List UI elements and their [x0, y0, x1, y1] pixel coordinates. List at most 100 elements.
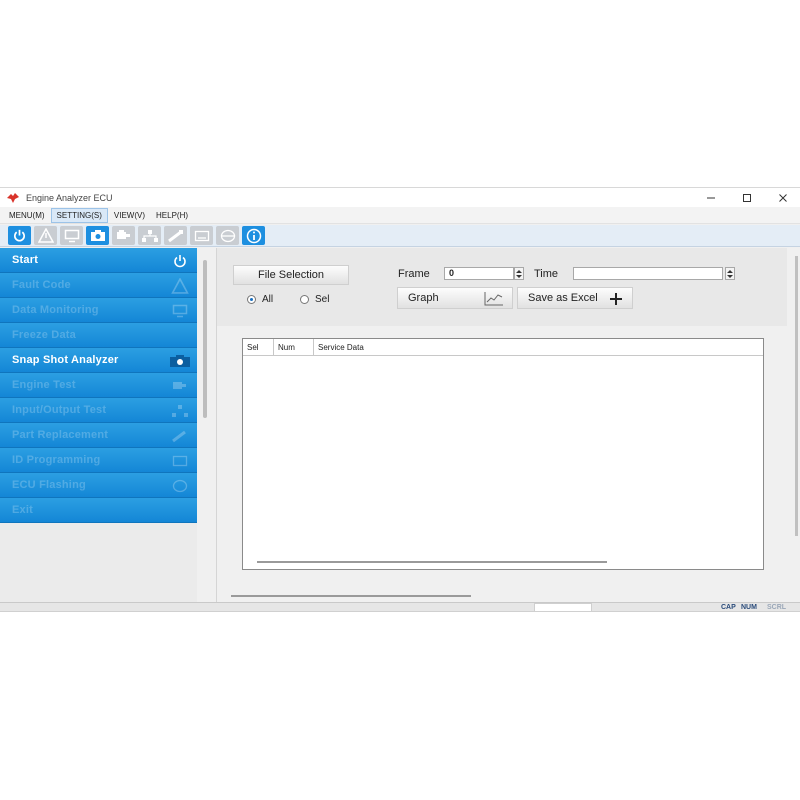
radio-all-circle[interactable]: [247, 295, 256, 304]
menu-bar: MENU(M) SETTING(S) VIEW(V) HELP(H): [0, 207, 800, 224]
main-horizontal-scrollbar[interactable]: [231, 595, 471, 597]
sidebar-item-io-test[interactable]: Input/Output Test: [0, 398, 197, 423]
radio-sel-label: Sel: [315, 294, 330, 305]
status-scrl: SCRL: [767, 604, 787, 611]
toolbar-io-button[interactable]: [138, 226, 161, 245]
graph-button[interactable]: Graph: [397, 287, 513, 309]
toolbar: [0, 225, 800, 247]
main-vertical-scrollbar-thumb[interactable]: [795, 256, 798, 536]
main-vertical-scrollbar[interactable]: [793, 248, 799, 603]
toolbar-monitor-button[interactable]: [60, 226, 83, 245]
sidebar-item-label: Input/Output Test: [12, 404, 107, 416]
application-window: Engine Analyzer ECU MENU(M) SETTING(S) V…: [0, 187, 800, 612]
file-selection-label: File Selection: [257, 269, 325, 281]
sidebar-item-label: ECU Flashing: [12, 479, 86, 491]
frame-input[interactable]: 0: [444, 267, 514, 280]
status-bar: CAP NUM SCRL: [0, 602, 800, 611]
save-excel-label: Save as Excel: [528, 292, 598, 304]
sidebar-scrollbar[interactable]: [200, 248, 210, 603]
sidebar-item-fault-code[interactable]: Fault Code: [0, 273, 197, 298]
table-horizontal-scrollbar[interactable]: [257, 561, 607, 563]
frame-label: Frame: [398, 268, 430, 280]
service-data-table: Sel Num Service Data: [242, 338, 764, 570]
status-num: NUM: [741, 604, 757, 611]
disc-icon: [169, 477, 191, 494]
sidebar-item-start[interactable]: Start: [0, 248, 197, 273]
sidebar-item-ecu-flashing[interactable]: ECU Flashing: [0, 473, 197, 498]
sidebar-scrollbar-thumb[interactable]: [203, 260, 207, 418]
sidebar-item-exit[interactable]: Exit: [0, 498, 197, 523]
plus-icon: [608, 291, 624, 310]
toolbar-snapshot-button[interactable]: [86, 226, 109, 245]
engine-icon: [116, 230, 130, 239]
menu-menu[interactable]: MENU(M): [4, 209, 50, 222]
column-num[interactable]: Num: [274, 339, 314, 355]
sidebar-item-label: Freeze Data: [12, 329, 76, 341]
sidebar-item-label: Part Replacement: [12, 429, 109, 441]
monitor-icon: [169, 302, 191, 319]
line-chart-icon: [484, 291, 504, 309]
menu-view[interactable]: VIEW(V): [109, 209, 150, 222]
minimize-button[interactable]: [693, 189, 729, 206]
toolbar-flash-button[interactable]: [216, 226, 239, 245]
keyboard-icon: [194, 230, 209, 241]
warning-icon: [169, 277, 191, 294]
disc-icon: [220, 229, 235, 242]
toolbar-start-button[interactable]: [8, 226, 31, 245]
graph-label: Graph: [408, 292, 439, 304]
power-icon: [14, 229, 25, 242]
maximize-button[interactable]: [729, 189, 765, 206]
time-spinner[interactable]: [725, 267, 735, 280]
radio-sel-circle[interactable]: [300, 295, 309, 304]
info-icon: [246, 228, 261, 243]
toolbar-part-button[interactable]: [164, 226, 187, 245]
window-title: Engine Analyzer ECU: [26, 192, 113, 203]
toolbar-info-button[interactable]: [242, 226, 265, 245]
warning-icon: [37, 228, 54, 243]
engine-icon: [169, 377, 191, 394]
injector-icon: [167, 229, 183, 242]
sidebar-item-label: Engine Test: [12, 379, 76, 391]
time-input[interactable]: [573, 267, 723, 280]
status-cap: CAP: [721, 604, 736, 611]
sidebar-item-label: Exit: [12, 504, 33, 516]
sidebar-item-label: ID Programming: [12, 454, 101, 466]
sidebar-item-data-monitoring[interactable]: Data Monitoring: [0, 298, 197, 323]
menu-help[interactable]: HELP(H): [151, 209, 193, 222]
title-bar: Engine Analyzer ECU: [0, 188, 800, 207]
sidebar-item-part-replacement[interactable]: Part Replacement: [0, 423, 197, 448]
toolbar-engine-button[interactable]: [112, 226, 135, 245]
sidebar-item-freeze-data[interactable]: Freeze Data: [0, 323, 197, 348]
controls-panel: File Selection All Sel Frame 0 Time Grap…: [217, 248, 787, 326]
power-icon: [169, 252, 191, 269]
close-button[interactable]: [765, 189, 800, 206]
frame-spinner[interactable]: [514, 267, 524, 280]
network-icon: [141, 229, 158, 242]
sidebar-item-snap-shot-analyzer[interactable]: Snap Shot Analyzer: [0, 348, 197, 373]
save-as-excel-button[interactable]: Save as Excel: [517, 287, 633, 309]
status-progress-box: [534, 603, 592, 611]
network-icon: [169, 402, 191, 419]
spinner-arrows-icon: [727, 269, 733, 278]
sidebar: Start Fault Code Data Monitoring Freeze …: [0, 248, 197, 603]
menu-setting[interactable]: SETTING(S): [50, 207, 108, 223]
column-sel[interactable]: Sel: [243, 339, 274, 355]
spinner-arrows-icon: [516, 269, 522, 278]
app-logo-icon: [6, 192, 20, 204]
radio-all[interactable]: All: [247, 294, 273, 305]
injector-icon: [169, 427, 191, 444]
radio-sel[interactable]: Sel: [300, 294, 329, 305]
toolbar-fault-button[interactable]: [34, 226, 57, 245]
sidebar-item-label: Start: [12, 254, 39, 266]
camera-icon: [169, 352, 191, 369]
toolbar-id-button[interactable]: [190, 226, 213, 245]
sidebar-item-id-programming[interactable]: ID Programming: [0, 448, 197, 473]
sidebar-item-label: Snap Shot Analyzer: [12, 354, 119, 366]
sidebar-item-label: Data Monitoring: [12, 304, 99, 316]
file-selection-button[interactable]: File Selection: [233, 265, 349, 285]
column-service-data[interactable]: Service Data: [314, 339, 763, 355]
monitor-icon: [64, 229, 79, 242]
sidebar-item-label: Fault Code: [12, 279, 71, 291]
table-header: Sel Num Service Data: [243, 339, 763, 356]
sidebar-item-engine-test[interactable]: Engine Test: [0, 373, 197, 398]
